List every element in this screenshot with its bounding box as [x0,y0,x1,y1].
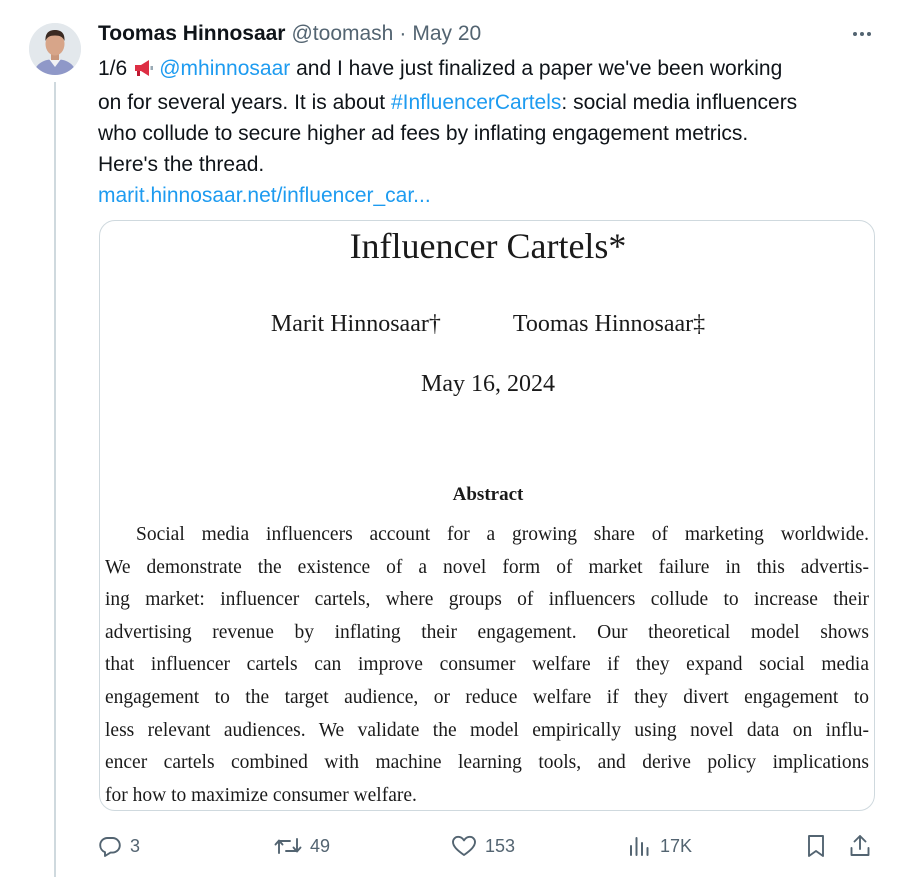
mention-link[interactable]: @mhinnosaar [159,57,290,80]
abstract-line: We demonstrate the existence of a novel … [105,556,869,578]
tweet-text-segment: and I have just finalized a paper we've … [296,57,783,80]
repost-icon [274,838,302,854]
paper-title: Influencer Cartels* [349,226,627,266]
heart-icon [452,835,476,856]
abstract-line: encer cartels combined with machine lear… [105,752,869,774]
thread-counter: 1/6 [98,57,128,80]
hashtag-link[interactable]: #InfluencerCartels [391,91,561,114]
views-count: 17K [660,835,693,856]
tweet-text-line-3: who collude to secure higher ad fees by … [98,122,749,145]
reply-button[interactable]: 3 [98,829,140,863]
abstract-line: Social media influencers account for a g… [136,524,869,545]
share-icon [850,835,870,856]
tweet-text-line-2: on for several years. It is about #Influ… [98,87,883,118]
avatar-photo [29,23,81,75]
views-chart-icon [630,837,649,856]
author-handle[interactable]: @toomash [291,22,393,46]
like-count: 153 [485,835,516,856]
bookmark-icon [808,835,824,857]
tweet-text-segment: on for several years. It is about [98,91,386,114]
abstract-line: less relevant audiences. We validate the… [105,719,869,741]
more-options-button[interactable] [846,22,878,46]
avatar[interactable] [29,23,81,75]
paper-author: Toomas Hinnosaar‡ [512,311,706,337]
tweet-text-segment: : social media influencers [561,91,798,114]
share-button[interactable] [848,829,872,863]
tweet-date[interactable]: May 20 [412,22,481,46]
reply-icon [99,837,121,857]
abstract-line: ing market: influencer cartels, where gr… [105,589,869,611]
tweet-text-line-1: 1/6 @mhinnosaar and I have just finalized… [98,53,883,87]
thread-connector-line [54,82,56,877]
abstract-line: for how to maximize consumer welfare. [105,784,417,806]
tweet-action-bar: 3 49 153 17K [98,829,878,863]
external-url-link[interactable]: marit.hinnosaar.net/influencer_car... [98,180,883,211]
attached-image-card[interactable]: Influencer Cartels* Marit Hinnosaar† Toom… [99,220,875,811]
repost-count: 49 [310,835,331,856]
reply-count: 3 [130,835,141,856]
paper-date: May 16, 2024 [421,371,555,397]
abstract-heading: Abstract [452,484,524,505]
abstract-line: advertising revenue by inflating their e… [105,621,869,643]
tweet-text: 1/6 @mhinnosaar and I have just finalized… [98,53,883,211]
paper-author: Marit Hinnosaar† [270,311,441,337]
tweet-text-line-4: Here's the thread. [98,153,265,176]
abstract-line: engagement to the target audience, or re… [105,686,869,708]
abstract-body: Social media influencers account for a g… [105,519,869,810]
repost-button[interactable]: 49 [274,829,330,863]
paper-authors: Marit Hinnosaar† Toomas Hinnosaar‡ [100,309,874,339]
more-horizontal-icon [853,32,857,36]
header-separator: · [399,22,407,45]
author-display-name[interactable]: Toomas Hinnosaar [98,22,285,46]
paper-screenshot: Influencer Cartels* Marit Hinnosaar† Toom… [100,221,874,810]
megaphone-emoji [133,56,155,87]
tweet-header: Toomas Hinnosaar @toomash · May 20 [98,19,481,49]
bookmark-button[interactable] [804,829,828,863]
views-button[interactable]: 17K [628,829,692,863]
abstract-line: that influencer cartels can improve cons… [105,654,869,676]
like-button[interactable]: 153 [451,829,515,863]
